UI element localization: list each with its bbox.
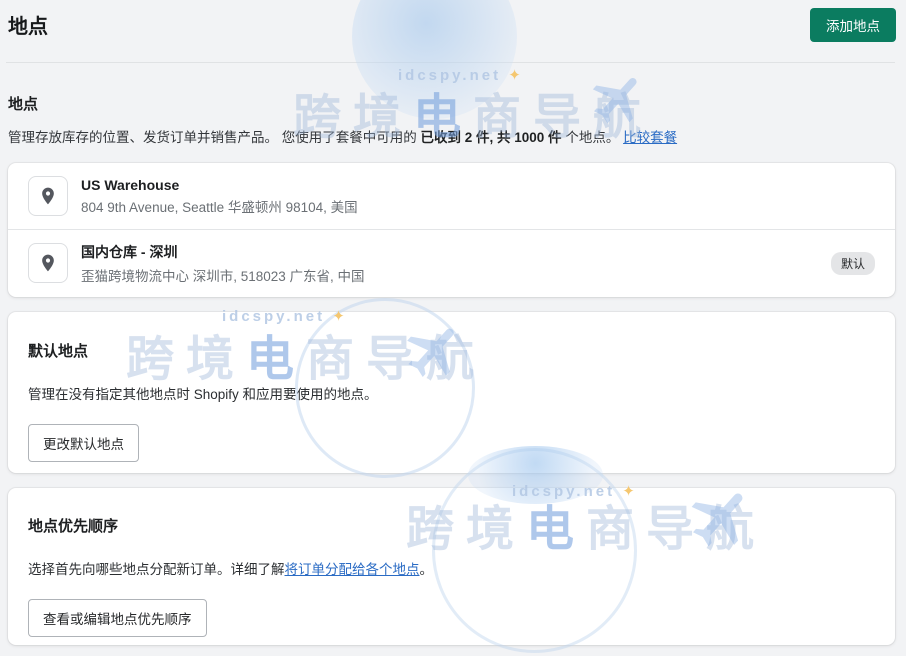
location-priority-card: 地点优先顺序 选择首先向哪些地点分配新订单。详细了解将订单分配给各个地点。 查看… xyxy=(8,488,895,645)
watermark-globe-top xyxy=(352,0,517,119)
watermark-site-top: idcspy.net ✦ xyxy=(398,66,521,84)
default-badge: 默认 xyxy=(830,251,875,275)
location-pin-icon xyxy=(28,243,68,283)
priority-body-text-2: 。 xyxy=(419,562,434,577)
location-address: 804 9th Avenue, Seattle 华盛顿州 98104, 美国 xyxy=(81,199,358,215)
section-desc-text-2: 个地点。 xyxy=(561,130,624,145)
location-name: 国内仓库 - 深圳 xyxy=(81,243,178,260)
page-title: 地点 xyxy=(8,16,48,38)
location-priority-heading: 地点优先顺序 xyxy=(28,518,119,535)
section-description: 管理存放库存的位置、发货订单并销售产品。 您使用了套餐中可用的 已收到 2 件,… xyxy=(8,126,677,146)
default-location-card: 默认地点 管理在没有指定其他地点时 Shopify 和应用要使用的地点。 更改默… xyxy=(8,312,895,473)
priority-body-text-1: 选择首先向哪些地点分配新订单。详细了解 xyxy=(28,562,285,577)
location-name: US Warehouse xyxy=(81,176,180,193)
locations-list-card: US Warehouse 804 9th Avenue, Seattle 华盛顿… xyxy=(8,163,895,297)
location-info: 国内仓库 - 深圳 歪猫跨境物流中心 深圳市, 518023 广东省, 中国 xyxy=(81,242,365,285)
location-row-shenzhen[interactable]: 国内仓库 - 深圳 歪猫跨境物流中心 深圳市, 518023 广东省, 中国 默… xyxy=(8,230,895,296)
sparkle-icon: ✦ xyxy=(508,67,521,84)
change-default-location-button[interactable]: 更改默认地点 xyxy=(28,424,139,462)
section-heading-locations: 地点 xyxy=(8,96,39,113)
watermark-site-text: idcspy.net xyxy=(398,67,502,84)
assign-orders-link[interactable]: 将订单分配给各个地点 xyxy=(285,562,420,577)
usage-count-text: 已收到 2 件, 共 1000 件 xyxy=(420,130,562,145)
default-location-body: 管理在没有指定其他地点时 Shopify 和应用要使用的地点。 xyxy=(28,387,378,402)
header-divider xyxy=(6,62,895,63)
location-row-us-warehouse[interactable]: US Warehouse 804 9th Avenue, Seattle 华盛顿… xyxy=(8,163,895,230)
section-desc-text-1: 管理存放库存的位置、发货订单并销售产品。 您使用了套餐中可用的 xyxy=(8,130,421,145)
location-pin-icon xyxy=(28,176,68,216)
location-info: US Warehouse 804 9th Avenue, Seattle 华盛顿… xyxy=(81,177,358,216)
locations-settings-page: 地点 添加地点 地点 管理存放库存的位置、发货订单并销售产品。 您使用了套餐中可… xyxy=(0,0,906,656)
add-location-button[interactable]: 添加地点 xyxy=(810,8,896,42)
compare-plans-link[interactable]: 比较套餐 xyxy=(623,130,677,145)
location-priority-body: 选择首先向哪些地点分配新订单。详细了解将订单分配给各个地点。 xyxy=(28,558,875,578)
default-location-heading: 默认地点 xyxy=(28,343,89,360)
location-address: 歪猫跨境物流中心 深圳市, 518023 广东省, 中国 xyxy=(81,268,365,284)
view-edit-priority-button[interactable]: 查看或编辑地点优先顺序 xyxy=(28,599,207,637)
